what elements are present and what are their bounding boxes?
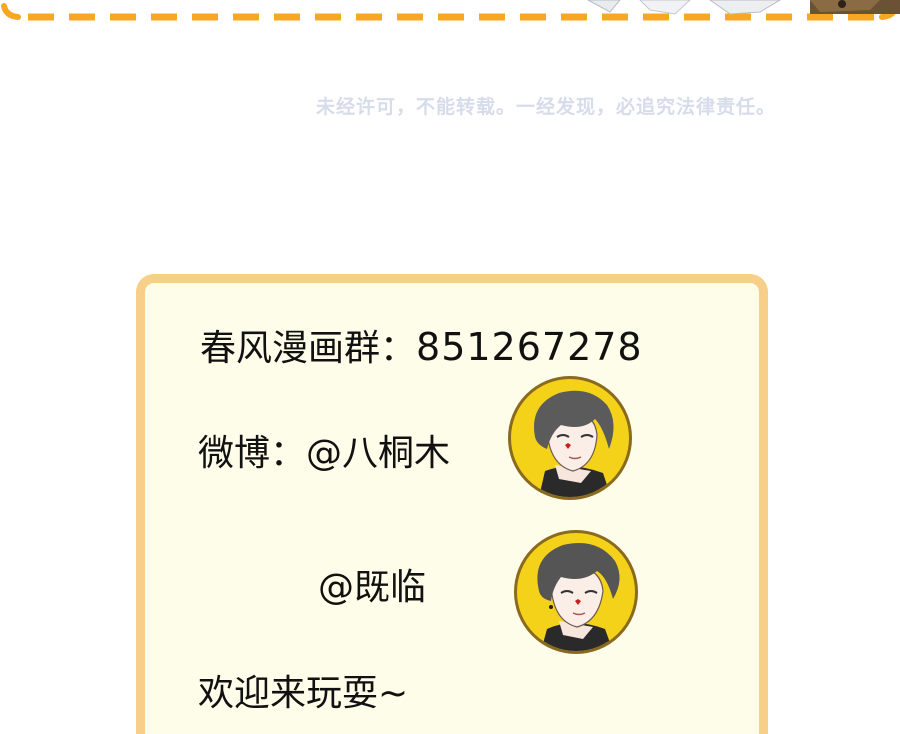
copyright-notice: 未经许可，不能转载。一经发现，必追究法律责任。 [316, 96, 777, 118]
avatar-portrait-icon [514, 530, 638, 654]
group-line: 春风漫画群：851267278 [200, 319, 643, 371]
illustration-fragment [587, 0, 900, 15]
weibo-label: 微博： [198, 433, 307, 474]
group-label: 春风漫画群： [200, 328, 417, 369]
weibo-handle-2[interactable]: @既临 [318, 558, 426, 610]
welcome-text: 欢迎来玩耍~ [198, 673, 409, 714]
avatar-portrait-icon [508, 376, 632, 500]
weibo-line: 微博：@八桐木 [198, 424, 450, 476]
weibo-handle-1[interactable]: @八桐木 [306, 433, 450, 474]
group-number[interactable]: 851267278 [416, 325, 643, 369]
